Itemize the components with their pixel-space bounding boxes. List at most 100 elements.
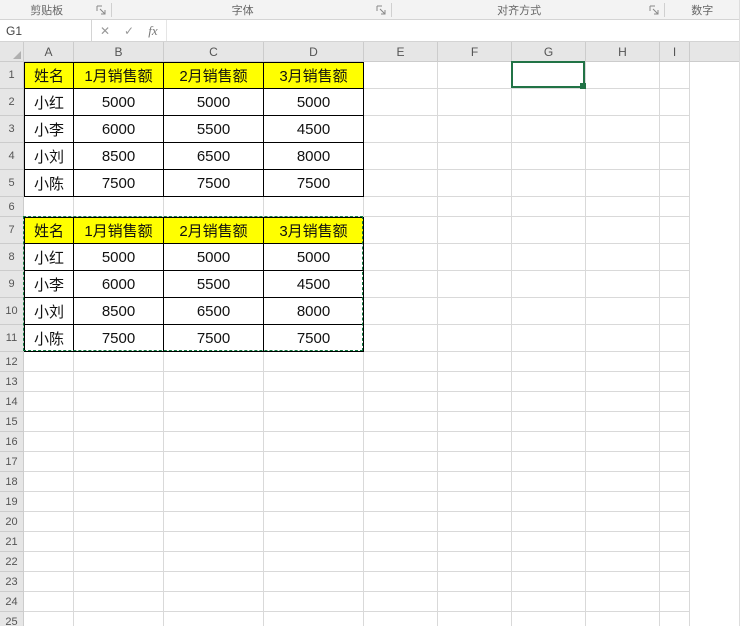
- cell-E18[interactable]: [364, 472, 438, 492]
- cells-area[interactable]: 姓名1月销售额2月销售额3月销售额小红500050005000小李6000550…: [24, 62, 739, 626]
- cell-B23[interactable]: [74, 572, 164, 592]
- row-header-10[interactable]: 10: [0, 298, 23, 325]
- cell-C6[interactable]: [164, 197, 264, 217]
- cell-G20[interactable]: [512, 512, 586, 532]
- cell-F14[interactable]: [438, 392, 512, 412]
- cell-B17[interactable]: [74, 452, 164, 472]
- cell-B16[interactable]: [74, 432, 164, 452]
- cell-E3[interactable]: [364, 116, 438, 143]
- row-header-11[interactable]: 11: [0, 325, 23, 352]
- cell-G16[interactable]: [512, 432, 586, 452]
- cell-D18[interactable]: [264, 472, 364, 492]
- cell-B1[interactable]: 1月销售额: [74, 62, 164, 89]
- cell-E15[interactable]: [364, 412, 438, 432]
- cell-F6[interactable]: [438, 197, 512, 217]
- cell-D19[interactable]: [264, 492, 364, 512]
- cell-B25[interactable]: [74, 612, 164, 626]
- cell-C3[interactable]: 5500: [164, 116, 264, 143]
- cell-H21[interactable]: [586, 532, 660, 552]
- cell-C12[interactable]: [164, 352, 264, 372]
- cell-A21[interactable]: [24, 532, 74, 552]
- cell-C23[interactable]: [164, 572, 264, 592]
- cell-D25[interactable]: [264, 612, 364, 626]
- cell-C25[interactable]: [164, 612, 264, 626]
- row-header-16[interactable]: 16: [0, 432, 23, 452]
- cell-D23[interactable]: [264, 572, 364, 592]
- cell-C21[interactable]: [164, 532, 264, 552]
- cell-G21[interactable]: [512, 532, 586, 552]
- cell-H4[interactable]: [586, 143, 660, 170]
- cell-H2[interactable]: [586, 89, 660, 116]
- formula-input[interactable]: [167, 20, 739, 41]
- cell-B18[interactable]: [74, 472, 164, 492]
- cell-D11[interactable]: 7500: [264, 325, 364, 352]
- cell-G11[interactable]: [512, 325, 586, 352]
- cell-E17[interactable]: [364, 452, 438, 472]
- cell-H10[interactable]: [586, 298, 660, 325]
- cell-A13[interactable]: [24, 372, 74, 392]
- cell-E5[interactable]: [364, 170, 438, 197]
- cell-G3[interactable]: [512, 116, 586, 143]
- cell-I17[interactable]: [660, 452, 690, 472]
- cell-B20[interactable]: [74, 512, 164, 532]
- cell-C15[interactable]: [164, 412, 264, 432]
- cancel-icon[interactable]: ✕: [98, 24, 112, 38]
- cell-H3[interactable]: [586, 116, 660, 143]
- cell-B22[interactable]: [74, 552, 164, 572]
- cell-D21[interactable]: [264, 532, 364, 552]
- cell-D16[interactable]: [264, 432, 364, 452]
- cell-B3[interactable]: 6000: [74, 116, 164, 143]
- dialog-launcher-icon[interactable]: [375, 4, 387, 16]
- cell-B24[interactable]: [74, 592, 164, 612]
- row-header-25[interactable]: 25: [0, 612, 23, 626]
- cell-D22[interactable]: [264, 552, 364, 572]
- cell-G8[interactable]: [512, 244, 586, 271]
- cell-I14[interactable]: [660, 392, 690, 412]
- cell-A4[interactable]: 小刘: [24, 143, 74, 170]
- col-header-B[interactable]: B: [74, 42, 164, 62]
- cell-B5[interactable]: 7500: [74, 170, 164, 197]
- row-header-21[interactable]: 21: [0, 532, 23, 552]
- col-header-C[interactable]: C: [164, 42, 264, 62]
- row-header-17[interactable]: 17: [0, 452, 23, 472]
- cell-E19[interactable]: [364, 492, 438, 512]
- col-header-E[interactable]: E: [364, 42, 438, 62]
- cell-F22[interactable]: [438, 552, 512, 572]
- cell-H18[interactable]: [586, 472, 660, 492]
- cell-H17[interactable]: [586, 452, 660, 472]
- cell-E9[interactable]: [364, 271, 438, 298]
- cell-H8[interactable]: [586, 244, 660, 271]
- cell-I19[interactable]: [660, 492, 690, 512]
- cell-E23[interactable]: [364, 572, 438, 592]
- cell-A1[interactable]: 姓名: [24, 62, 74, 89]
- cell-G13[interactable]: [512, 372, 586, 392]
- cell-A10[interactable]: 小刘: [24, 298, 74, 325]
- cell-D10[interactable]: 8000: [264, 298, 364, 325]
- cell-H23[interactable]: [586, 572, 660, 592]
- cell-B6[interactable]: [74, 197, 164, 217]
- cell-E11[interactable]: [364, 325, 438, 352]
- cell-E21[interactable]: [364, 532, 438, 552]
- cell-I15[interactable]: [660, 412, 690, 432]
- cell-A3[interactable]: 小李: [24, 116, 74, 143]
- cell-I20[interactable]: [660, 512, 690, 532]
- cell-A16[interactable]: [24, 432, 74, 452]
- cell-G14[interactable]: [512, 392, 586, 412]
- cell-F20[interactable]: [438, 512, 512, 532]
- cell-I7[interactable]: [660, 217, 690, 244]
- cell-D9[interactable]: 4500: [264, 271, 364, 298]
- cell-B7[interactable]: 1月销售额: [74, 217, 164, 244]
- row-header-2[interactable]: 2: [0, 89, 23, 116]
- cell-A20[interactable]: [24, 512, 74, 532]
- row-header-7[interactable]: 7: [0, 217, 23, 244]
- fx-icon[interactable]: fx: [146, 24, 160, 38]
- cell-I5[interactable]: [660, 170, 690, 197]
- cell-B21[interactable]: [74, 532, 164, 552]
- cell-A15[interactable]: [24, 412, 74, 432]
- cell-I9[interactable]: [660, 271, 690, 298]
- cell-H11[interactable]: [586, 325, 660, 352]
- cell-E1[interactable]: [364, 62, 438, 89]
- cell-I18[interactable]: [660, 472, 690, 492]
- row-header-14[interactable]: 14: [0, 392, 23, 412]
- cell-I4[interactable]: [660, 143, 690, 170]
